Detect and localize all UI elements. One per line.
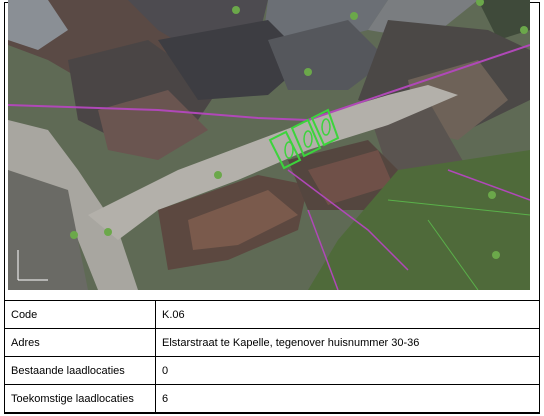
row-value: 6 [155,384,540,413]
table-row: Code K.06 [4,300,540,329]
row-value: K.06 [155,300,540,329]
aerial-map [8,0,530,290]
row-value: 0 [155,356,540,385]
row-key: Code [4,300,156,329]
row-key: Bestaande laadlocaties [4,356,156,385]
info-table: Code K.06 Adres Elstarstraat te Kapelle,… [4,300,540,413]
row-value: Elstarstraat te Kapelle, tegenover huisn… [155,328,540,357]
table-row: Toekomstige laadlocaties 6 [4,384,540,413]
aerial-map-image [8,0,530,290]
table-row: Bestaande laadlocaties 0 [4,356,540,385]
row-key: Toekomstige laadlocaties [4,384,156,413]
row-key: Adres [4,328,156,357]
table-row: Adres Elstarstraat te Kapelle, tegenover… [4,328,540,357]
